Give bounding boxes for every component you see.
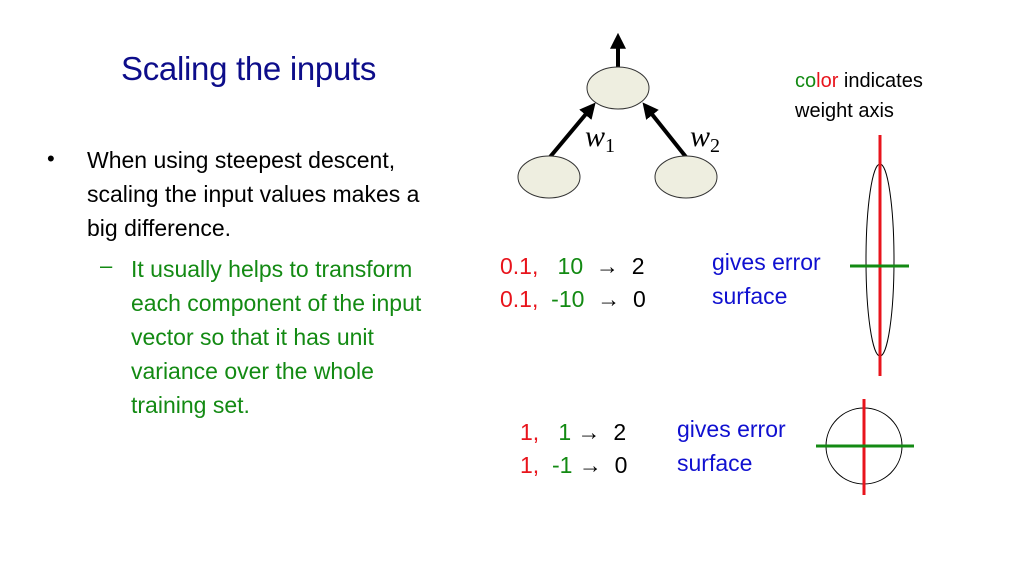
arrow-icon: → [595,253,619,279]
example-1-case-1: 0.1, 10 → 2 [500,250,645,282]
arrow-icon: → [578,452,602,478]
example-2-case-1: 1, 1 → 2 [520,416,626,448]
color-legend: color indicates weight axis [795,66,923,126]
input-x2: 1 [558,419,572,445]
label-line-1: gives error [712,249,821,275]
input-x2: -1 [551,452,573,478]
input-x1: 1, [520,452,540,478]
arrow-icon: → [597,286,621,312]
label-line-1: gives error [677,416,786,442]
legend-color-green: co [795,70,817,92]
target-value: 0 [632,286,646,312]
legend-rest: indicates [838,70,923,92]
error-surface-elongated [850,135,909,376]
arrow-icon: → [577,419,601,445]
example-2-case-2: 1, -1 → 0 [520,449,627,481]
target-value: 2 [631,253,645,279]
example-1-label: gives error surface [712,245,821,313]
input-x2: 10 [557,253,584,279]
error-surface-circular [816,399,914,495]
output-node [586,66,650,110]
w1-label: w1 [585,120,615,157]
label-line-2: surface [677,450,753,476]
target-value: 2 [613,419,627,445]
network-diagram: w1 w2 [517,32,720,199]
w2-label: w2 [690,120,720,157]
label-line-2: surface [712,283,788,309]
input-node-1 [517,155,581,199]
input-x1: 1, [520,419,540,445]
input-x1: 0.1, [500,286,539,312]
input-x1: 0.1, [500,253,539,279]
example-1-case-2: 0.1, -10 → 0 [500,283,646,315]
legend-line2: weight axis [795,100,894,122]
legend-color-red: lor [816,70,839,92]
input-x2: -10 [551,286,585,312]
input-node-2 [654,155,718,199]
target-value: 0 [614,452,628,478]
example-2-label: gives error surface [677,412,786,480]
weight-edge-w2 [642,102,688,159]
